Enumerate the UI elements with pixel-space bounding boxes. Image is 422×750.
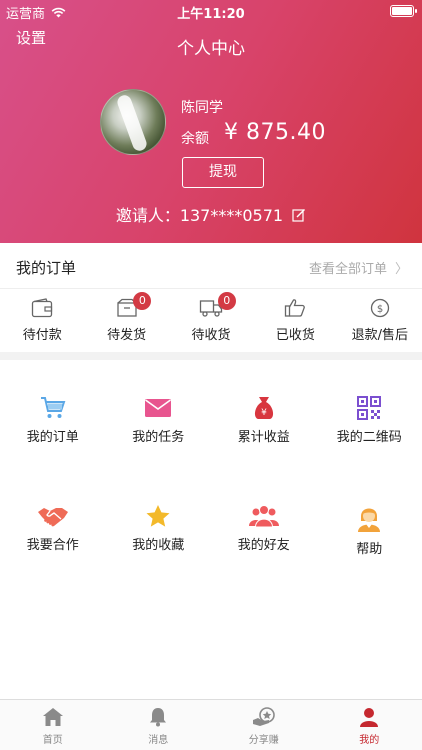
profile-header: 运营商 上午11:20 设置 个人中心 陈同学 余额 ¥ 875.40 提现 邀… <box>0 0 422 243</box>
feature-label: 我的收藏 <box>132 538 185 553</box>
feature-label: 我的二维码 <box>336 430 402 445</box>
order-status-label: 待发货 <box>107 328 147 343</box>
star-icon <box>146 505 170 527</box>
tab-profile[interactable]: 我的 <box>317 700 422 750</box>
order-status-received[interactable]: 已收货 <box>253 290 337 352</box>
feature-label: 累计收益 <box>237 430 290 445</box>
username: 陈同学 <box>181 100 223 116</box>
chevron-right-icon: 〉 <box>394 262 408 277</box>
orders-header: 我的订单 查看全部订单〉 <box>0 243 422 289</box>
bottom-tab-bar: 首页 消息 分享赚 我的 <box>0 699 422 750</box>
battery-icon <box>390 5 417 17</box>
feature-label: 我的好友 <box>237 538 290 553</box>
feature-cooperate[interactable]: 我要合作 <box>0 468 106 576</box>
feature-help[interactable]: 帮助 <box>317 468 422 576</box>
user-icon <box>360 708 379 727</box>
avatar[interactable] <box>100 89 166 155</box>
feature-label: 我的任务 <box>132 430 185 445</box>
status-time: 上午11:20 <box>177 7 245 22</box>
wallet-icon <box>32 298 53 318</box>
order-status-row: 待付款 0 待发货 0 待收货 已收货 $ 退款/售后 <box>0 290 422 352</box>
home-icon <box>42 708 63 726</box>
tab-share-earn[interactable]: 分享赚 <box>211 700 317 750</box>
order-status-pending-shipment[interactable]: 0 待发货 <box>84 290 168 352</box>
inviter-text: 邀请人：137****0571 <box>115 206 284 225</box>
balance-value: ¥ 875.40 <box>224 120 326 145</box>
balance-label: 余额 <box>181 131 209 147</box>
feature-total-earnings[interactable]: ¥ 累计收益 <box>211 360 317 468</box>
envelope-icon <box>145 399 172 417</box>
order-status-label: 待收货 <box>191 328 231 343</box>
share-earn-icon <box>252 707 275 726</box>
svg-text:$: $ <box>377 304 383 315</box>
feature-label: 帮助 <box>356 542 383 557</box>
section-divider <box>0 352 422 360</box>
tab-home[interactable]: 首页 <box>0 700 106 750</box>
orders-title: 我的订单 <box>16 259 77 277</box>
svg-text:¥: ¥ <box>261 408 267 418</box>
friends-icon <box>248 505 279 528</box>
order-status-refund[interactable]: $ 退款/售后 <box>338 290 422 352</box>
qr-code-icon <box>357 396 382 420</box>
thumbs-up-icon <box>285 299 306 317</box>
feature-grid: 我的订单 我的任务 ¥ 累计收益 我的二维码 我要合作 我的收藏 我的好友 帮助 <box>0 360 422 576</box>
help-person-icon <box>358 508 381 532</box>
feature-friends[interactable]: 我的好友 <box>211 468 317 576</box>
view-all-orders-link[interactable]: 查看全部订单〉 <box>309 258 408 277</box>
tab-messages[interactable]: 消息 <box>106 700 212 750</box>
feature-label: 我的订单 <box>26 430 79 445</box>
tab-label: 消息 <box>148 735 169 746</box>
feature-my-orders[interactable]: 我的订单 <box>0 360 106 468</box>
money-bag-icon: ¥ <box>254 397 273 419</box>
cart-icon <box>40 397 66 418</box>
inviter-row[interactable]: 邀请人：137****0571 <box>0 202 422 226</box>
handshake-icon <box>37 508 68 527</box>
page-title: 个人中心 <box>177 39 245 59</box>
badge-count: 0 <box>217 292 236 310</box>
order-status-label: 退款/售后 <box>351 328 408 343</box>
order-status-label: 待付款 <box>22 328 62 343</box>
bell-icon <box>150 708 167 727</box>
order-status-label: 已收货 <box>275 328 315 343</box>
edit-icon[interactable] <box>292 208 306 222</box>
feature-favorites[interactable]: 我的收藏 <box>106 468 212 576</box>
order-status-pending-payment[interactable]: 待付款 <box>0 290 84 352</box>
badge-count: 0 <box>133 292 152 310</box>
tab-label: 我的 <box>359 735 380 746</box>
feature-my-qr-code[interactable]: 我的二维码 <box>317 360 422 468</box>
feature-label: 我要合作 <box>26 538 79 553</box>
order-status-pending-receipt[interactable]: 0 待收货 <box>169 290 253 352</box>
withdraw-button[interactable]: 提现 <box>182 157 264 188</box>
view-all-orders-label: 查看全部订单 <box>308 262 387 277</box>
refund-icon: $ <box>370 298 389 318</box>
feature-my-tasks[interactable]: 我的任务 <box>106 360 212 468</box>
status-bar: 运营商 上午11:20 <box>0 0 422 22</box>
tab-label: 首页 <box>42 735 63 746</box>
tab-label: 分享赚 <box>248 735 279 746</box>
